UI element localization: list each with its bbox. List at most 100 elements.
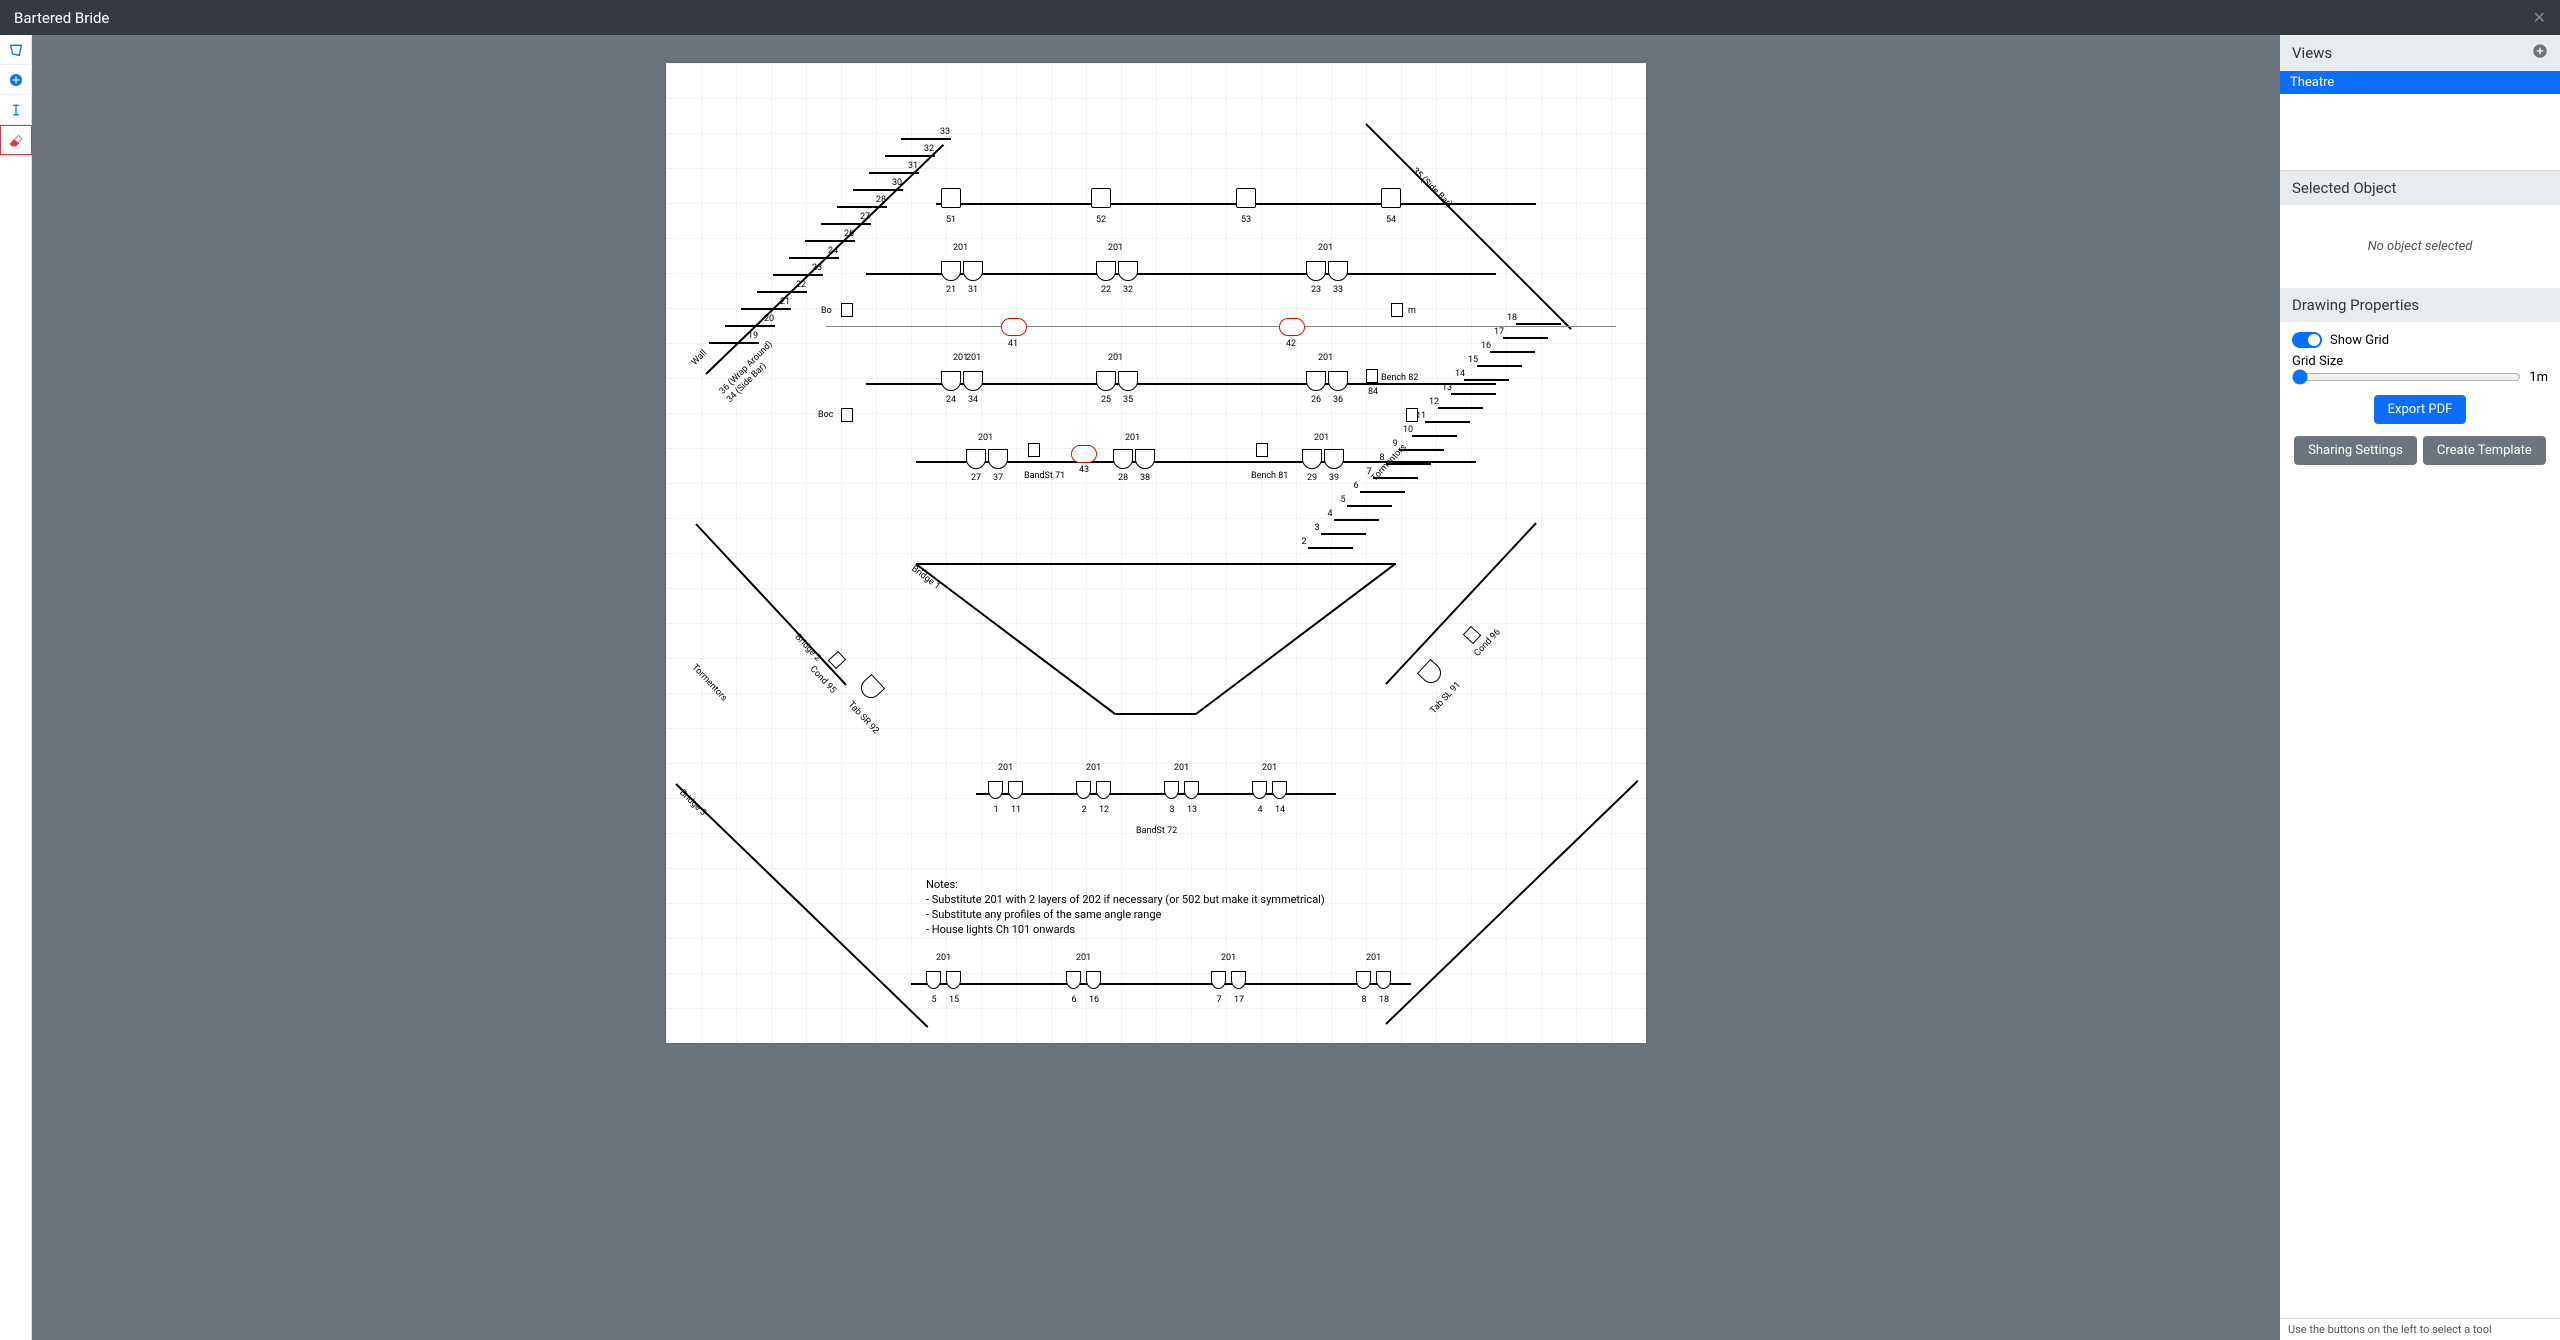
boc-left bbox=[841, 408, 853, 422]
view-item-theatre[interactable]: Theatre bbox=[2280, 71, 2560, 94]
par-52 bbox=[1091, 188, 1111, 208]
tool-rail bbox=[0, 35, 32, 1340]
label-bridge2-l: Bridge 2 bbox=[793, 633, 823, 664]
bridge3-right bbox=[1385, 780, 1638, 1025]
cond96-fx bbox=[1463, 626, 1481, 644]
ch-51: 51 bbox=[941, 215, 961, 225]
ch-25: 25 bbox=[1096, 395, 1116, 405]
profile-24 bbox=[941, 371, 961, 391]
profile-39 bbox=[1324, 449, 1344, 469]
ch-54: 54 bbox=[1381, 215, 1401, 225]
sidebar-step-r bbox=[1451, 393, 1496, 395]
add-tool[interactable] bbox=[0, 65, 32, 95]
ch-6: 6 bbox=[1064, 995, 1084, 1005]
sidebar-step bbox=[805, 240, 855, 242]
side-l-33: 33 bbox=[935, 127, 955, 137]
sharing-settings-button[interactable]: Sharing Settings bbox=[2294, 436, 2417, 465]
text-tool[interactable] bbox=[0, 95, 32, 125]
label-bandst72: BandSt 72 bbox=[1136, 826, 1177, 836]
ch-52: 52 bbox=[1091, 215, 1111, 225]
ch-1: 1 bbox=[986, 805, 1006, 815]
gel-201: 201 bbox=[978, 433, 993, 443]
gel-201: 201 bbox=[1125, 433, 1140, 443]
boom-right bbox=[1391, 303, 1403, 317]
ch-39: 39 bbox=[1324, 473, 1344, 483]
add-view-icon[interactable] bbox=[2532, 43, 2548, 63]
close-icon[interactable]: ✕ bbox=[2533, 8, 2546, 27]
sidebar-step-r bbox=[1347, 505, 1392, 507]
notes-block: Notes: - Substitute 201 with 2 layers of… bbox=[926, 878, 1325, 937]
par-51 bbox=[941, 188, 961, 208]
b3-8 bbox=[1356, 971, 1371, 989]
ch-18: 18 bbox=[1374, 995, 1394, 1005]
b3-7 bbox=[1211, 971, 1226, 989]
gel-201: 201 bbox=[1262, 763, 1277, 773]
label-boc: Boc bbox=[818, 410, 833, 420]
b2-11 bbox=[1008, 781, 1023, 799]
ch-34: 34 bbox=[963, 395, 983, 405]
ch-11: 11 bbox=[1006, 805, 1026, 815]
profile-29 bbox=[1302, 449, 1322, 469]
profile-36 bbox=[1328, 371, 1348, 391]
profile-31 bbox=[963, 261, 983, 281]
gel-201: 201 bbox=[1108, 243, 1123, 253]
selected-none: No object selected bbox=[2280, 205, 2560, 288]
canvas-area[interactable]: 33323130282726242322212019 Wall 36 (Wrap… bbox=[32, 35, 2280, 1340]
sidebar-step-r bbox=[1490, 351, 1535, 353]
b3-6 bbox=[1066, 971, 1081, 989]
label-bench81: Bench 81 bbox=[1251, 471, 1288, 481]
label-m: m bbox=[1408, 306, 1416, 316]
ch-27: 27 bbox=[966, 473, 986, 483]
ch-13: 13 bbox=[1182, 805, 1202, 815]
selected-header: Selected Object bbox=[2280, 171, 2560, 205]
side-r-10: 10 bbox=[1398, 425, 1418, 435]
drawing-page[interactable]: 33323130282726242322212019 Wall 36 (Wrap… bbox=[666, 63, 1646, 1043]
ch-15: 15 bbox=[944, 995, 964, 1005]
create-template-button[interactable]: Create Template bbox=[2423, 436, 2546, 465]
ch-8: 8 bbox=[1354, 995, 1374, 1005]
boom-right-2 bbox=[1406, 408, 1418, 422]
gel-201: 201 bbox=[1314, 433, 1329, 443]
sidebar-step-r bbox=[1438, 407, 1483, 409]
grid-size-slider[interactable] bbox=[2292, 369, 2521, 385]
profile-84 bbox=[1366, 369, 1378, 383]
side-r-12: 12 bbox=[1424, 397, 1444, 407]
sidebar-step-r bbox=[1464, 379, 1509, 381]
bridge3-left bbox=[675, 783, 928, 1028]
ch-14: 14 bbox=[1270, 805, 1290, 815]
bench81-fx bbox=[1256, 443, 1268, 457]
b2-12 bbox=[1096, 781, 1111, 799]
profile-22 bbox=[1096, 261, 1116, 281]
props-header-label: Drawing Properties bbox=[2292, 296, 2419, 314]
b3-17 bbox=[1231, 971, 1246, 989]
ch-7: 7 bbox=[1209, 995, 1229, 1005]
ch-17: 17 bbox=[1229, 995, 1249, 1005]
bridge1-top bbox=[916, 563, 1396, 565]
profile-38 bbox=[1135, 449, 1155, 469]
scroller-41 bbox=[1001, 318, 1027, 336]
b3-16 bbox=[1086, 971, 1101, 989]
ch-24: 24 bbox=[941, 395, 961, 405]
side-r-16: 16 bbox=[1476, 341, 1496, 351]
b2-3 bbox=[1164, 781, 1179, 799]
ch-2: 2 bbox=[1074, 805, 1094, 815]
truss-upper-right bbox=[1365, 123, 1571, 329]
note-1: - Substitute 201 with 2 layers of 202 if… bbox=[926, 893, 1325, 908]
side-r-18: 18 bbox=[1502, 313, 1522, 323]
sidebar-step bbox=[741, 308, 791, 310]
label-bandst71: BandSt 71 bbox=[1024, 471, 1065, 481]
bridge3-bar bbox=[911, 983, 1411, 985]
show-grid-label: Show Grid bbox=[2330, 333, 2389, 348]
truss-upper-left bbox=[705, 144, 944, 375]
profile-35 bbox=[1118, 371, 1138, 391]
label-tormentors-l: Tormentors bbox=[690, 663, 729, 704]
polygon-tool[interactable] bbox=[0, 35, 32, 65]
sidebar-step bbox=[821, 223, 871, 225]
gel-201: 201 bbox=[936, 953, 951, 963]
note-2: - Substitute any profiles of the same an… bbox=[926, 908, 1325, 923]
gel-201: 201 bbox=[1366, 953, 1381, 963]
export-pdf-button[interactable]: Export PDF bbox=[2374, 395, 2467, 424]
erase-tool[interactable] bbox=[0, 125, 32, 155]
show-grid-toggle[interactable] bbox=[2292, 332, 2322, 348]
side-panel: Views Theatre Selected Object No object … bbox=[2280, 35, 2560, 1340]
